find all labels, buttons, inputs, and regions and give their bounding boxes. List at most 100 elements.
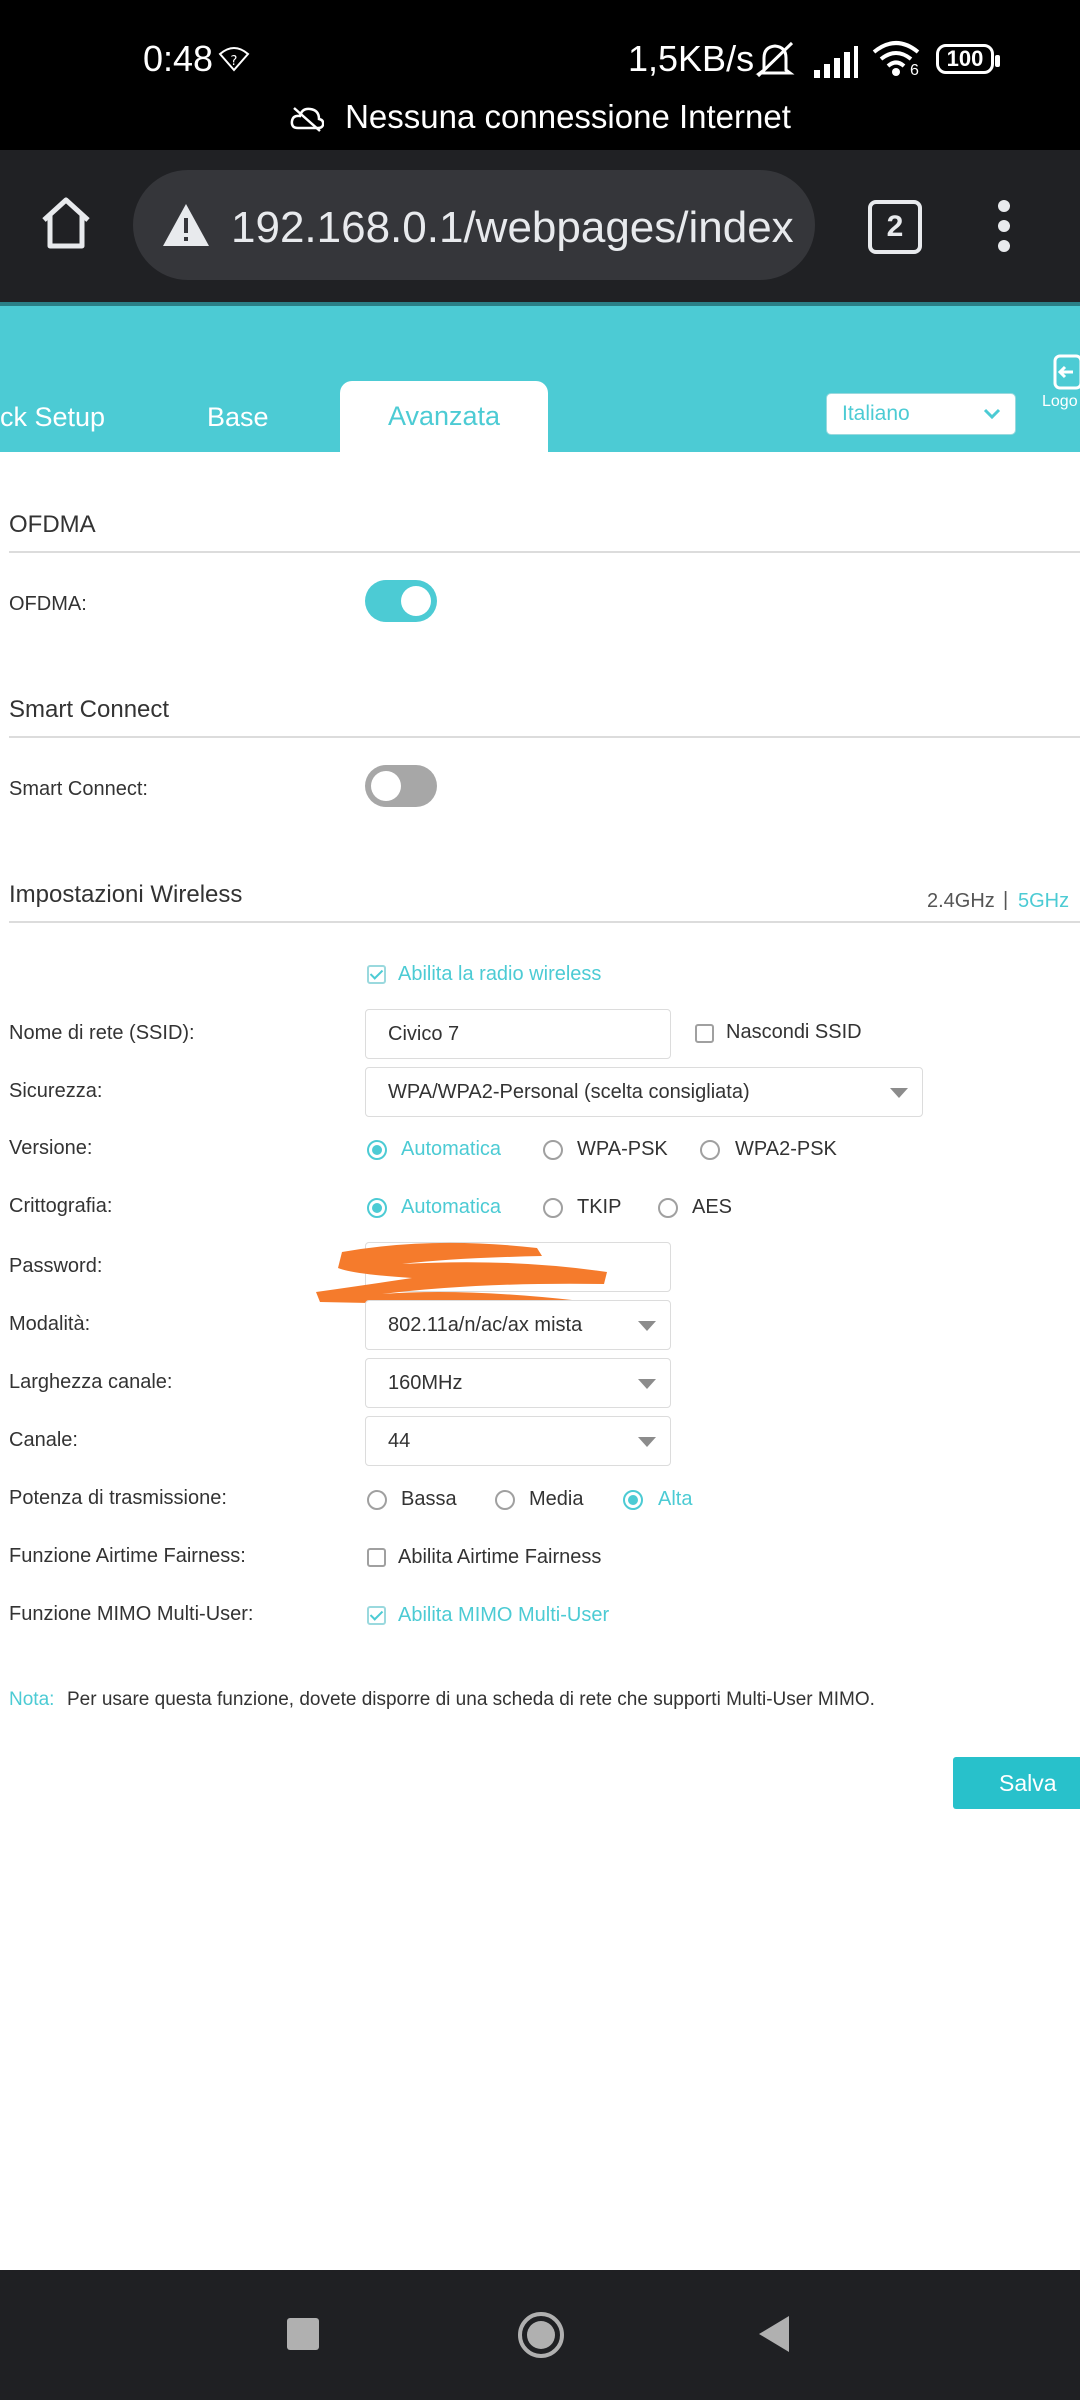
wifi-question-icon: ?: [218, 47, 250, 72]
smart-connect-toggle[interactable]: [365, 765, 437, 807]
version-wpa2-psk-radio[interactable]: [700, 1140, 720, 1160]
channel-width-select[interactable]: 160MHz: [365, 1358, 671, 1408]
ssid-value: Civico 7: [388, 1023, 460, 1045]
wireless-section-title: Impostazioni Wireless: [9, 881, 243, 908]
airtime-checkbox[interactable]: [367, 1548, 386, 1567]
airtime-label: Funzione Airtime Fairness:: [9, 1545, 246, 1567]
ssid-label: Nome di rete (SSID):: [9, 1022, 195, 1044]
tx-power-alta-radio[interactable]: [623, 1490, 643, 1510]
home-icon[interactable]: [40, 196, 92, 250]
tx-power-bassa-radio[interactable]: [367, 1490, 387, 1510]
note-text: Per usare questa funzione, dovete dispor…: [67, 1689, 875, 1710]
tx-power-media-radio[interactable]: [495, 1490, 515, 1510]
airtime-option-label[interactable]: Abilita Airtime Fairness: [398, 1546, 601, 1569]
tx-power-label: Potenza di trasmissione:: [9, 1487, 227, 1509]
mimo-checkbox[interactable]: [367, 1606, 386, 1625]
router-header: ck Setup Base Avanzata Italiano Logo: [0, 306, 1080, 452]
logout-label[interactable]: Logo: [1042, 393, 1078, 411]
security-label: Sicurezza:: [9, 1080, 103, 1102]
channel-width-label: Larghezza canale:: [9, 1371, 173, 1393]
recent-apps-icon[interactable]: [287, 2318, 319, 2350]
dropdown-arrow-icon: [638, 1379, 656, 1389]
hide-ssid-checkbox[interactable]: [695, 1024, 714, 1043]
channel-label: Canale:: [9, 1429, 78, 1451]
tab-avanzata[interactable]: Avanzata: [340, 381, 548, 452]
note-prefix: Nota:: [9, 1689, 55, 1710]
security-select[interactable]: WPA/WPA2-Personal (scelta consigliata): [365, 1067, 923, 1117]
tab-switcher-button[interactable]: 2: [868, 200, 922, 254]
tx-power-alta-label[interactable]: Alta: [658, 1488, 692, 1511]
language-select[interactable]: Italiano: [826, 393, 1016, 435]
smart-connect-section-title: Smart Connect: [9, 696, 170, 723]
version-label: Versione:: [9, 1137, 93, 1159]
smart-connect-divider: [9, 736, 1080, 738]
address-bar[interactable]: 192.168.0.1/webpages/index: [133, 170, 815, 280]
redaction-scribble: [316, 1242, 607, 1308]
ofdma-section-title: OFDMA: [9, 511, 96, 538]
encryption-aes-radio[interactable]: [658, 1198, 678, 1218]
channel-select[interactable]: 44: [365, 1416, 671, 1466]
mode-label: Modalità:: [9, 1313, 91, 1335]
smart-connect-label: Smart Connect:: [9, 778, 148, 800]
dropdown-arrow-icon: [890, 1088, 908, 1098]
save-button[interactable]: Salva: [953, 1757, 1080, 1809]
battery-level: 100: [946, 46, 984, 71]
encryption-aes-label[interactable]: AES: [692, 1196, 732, 1219]
encryption-label: Crittografia:: [9, 1195, 113, 1217]
warning-icon[interactable]: [161, 202, 211, 248]
toggle-knob: [371, 771, 401, 801]
chevron-down-icon: [983, 408, 1001, 420]
browser-toolbar: 192.168.0.1/webpages/index 2: [0, 150, 1080, 302]
back-icon[interactable]: [757, 2314, 791, 2354]
mode-value: 802.11a/n/ac/ax mista: [388, 1314, 583, 1336]
channel-value: 44: [388, 1430, 411, 1452]
band-2-4ghz-link[interactable]: 2.4GHz: [927, 890, 995, 913]
url-text[interactable]: 192.168.0.1/webpages/index: [231, 203, 801, 253]
band-5ghz-link[interactable]: 5GHz: [1018, 890, 1069, 913]
logout-icon[interactable]: [1049, 354, 1080, 390]
encryption-automatica-label[interactable]: Automatica: [401, 1196, 501, 1219]
password-label: Password:: [9, 1255, 103, 1277]
tab-quick-setup[interactable]: ck Setup: [0, 402, 105, 433]
dropdown-arrow-icon: [638, 1437, 656, 1447]
version-wpa2-psk-label[interactable]: WPA2-PSK: [735, 1138, 837, 1161]
no-internet-message: Nessuna connessione Internet: [0, 98, 1080, 136]
version-wpa-psk-radio[interactable]: [543, 1140, 563, 1160]
channel-width-value: 160MHz: [388, 1372, 463, 1394]
version-automatica-radio[interactable]: [367, 1140, 387, 1160]
toggle-knob: [401, 586, 431, 616]
security-value: WPA/WPA2-Personal (scelta consigliata): [388, 1081, 750, 1103]
band-separator: |: [1003, 889, 1009, 911]
enable-radio-label[interactable]: Abilita la radio wireless: [398, 963, 601, 986]
tx-power-media-label[interactable]: Media: [529, 1488, 583, 1511]
ssid-input[interactable]: Civico 7: [365, 1009, 671, 1059]
no-internet-text: Nessuna connessione Internet: [345, 98, 791, 135]
mode-select[interactable]: 802.11a/n/ac/ax mista: [365, 1300, 671, 1350]
mimo-label: Funzione MIMO Multi-User:: [9, 1603, 254, 1625]
language-value: Italiano: [842, 402, 910, 425]
network-speed: 1,5KB/s: [628, 38, 755, 79]
encryption-tkip-radio[interactable]: [543, 1198, 563, 1218]
ofdma-toggle[interactable]: [365, 580, 437, 622]
encryption-automatica-radio[interactable]: [367, 1198, 387, 1218]
more-menu-icon[interactable]: [994, 198, 1014, 254]
hide-ssid-label[interactable]: Nascondi SSID: [726, 1021, 862, 1044]
bell-muted-icon: [755, 41, 795, 78]
version-wpa-psk-label[interactable]: WPA-PSK: [577, 1138, 668, 1161]
tx-power-bassa-label[interactable]: Bassa: [401, 1488, 457, 1511]
encryption-tkip-label[interactable]: TKIP: [577, 1196, 621, 1219]
home-nav-icon[interactable]: [516, 2310, 566, 2360]
ofdma-divider: [9, 551, 1080, 553]
wifi-6-badge: 6: [910, 62, 919, 79]
wireless-divider: [9, 921, 1080, 923]
system-nav-bar: [0, 2270, 1080, 2400]
mimo-option-label[interactable]: Abilita MIMO Multi-User: [398, 1604, 609, 1627]
tab-base[interactable]: Base: [207, 402, 269, 433]
enable-radio-checkbox[interactable]: [367, 965, 386, 984]
battery-indicator: 100: [936, 44, 1000, 74]
dropdown-arrow-icon: [638, 1321, 656, 1331]
version-automatica-label[interactable]: Automatica: [401, 1138, 501, 1161]
ofdma-label: OFDMA:: [9, 593, 87, 615]
signal-icon: [814, 46, 858, 78]
status-bar: 0:48 ? 1,5KB/s 6 100 Nessuna connessione…: [0, 0, 1080, 150]
